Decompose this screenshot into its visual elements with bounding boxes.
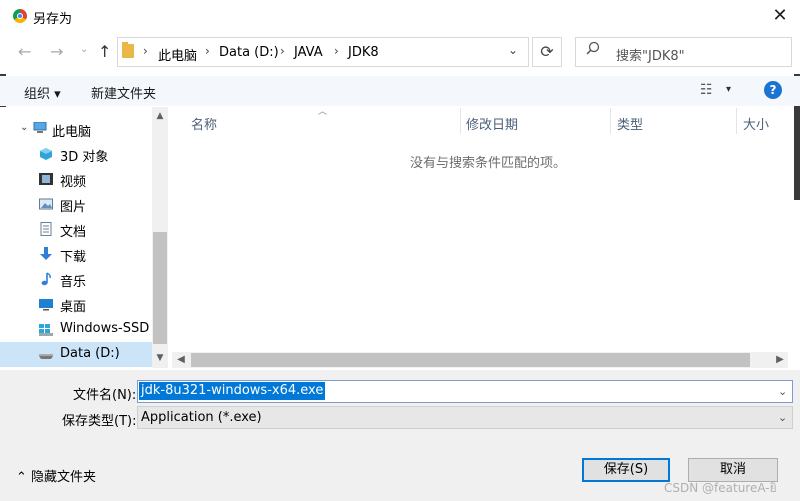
desktop-icon — [39, 297, 53, 311]
empty-results-message: 没有与搜索条件匹配的项。 — [410, 156, 567, 171]
sidebar-item-this-pc[interactable]: ⌄ 此电脑 — [0, 117, 152, 142]
refresh-button[interactable]: ⟳ — [532, 37, 562, 67]
scroll-up-arrow-icon[interactable]: ▲ — [152, 108, 168, 124]
search-placeholder: 搜索"JDK8" — [616, 49, 685, 64]
recent-locations-chevron-icon[interactable]: ⌄ — [80, 44, 88, 55]
sidebar-item-downloads[interactable]: 下载 — [0, 242, 152, 267]
view-dropdown-icon[interactable]: ▾ — [726, 84, 731, 95]
sidebar-item-desktop[interactable]: 桌面 — [0, 292, 152, 317]
breadcrumb-this-pc[interactable]: 此电脑 — [158, 45, 197, 64]
filename-input-value[interactable]: jdk-8u321-windows-x64.exe — [139, 382, 326, 400]
sidebar-item-label: 视频 — [60, 175, 87, 190]
chrome-app-icon — [13, 9, 27, 23]
sidebar-item-pictures[interactable]: 图片 — [0, 192, 152, 217]
sidebar-item-label: 文档 — [60, 225, 87, 240]
music-icon — [39, 272, 53, 286]
sidebar-item-label: 音乐 — [60, 275, 87, 290]
sidebar-item-documents[interactable]: 文档 — [0, 217, 152, 242]
window-title: 另存为 — [33, 12, 73, 27]
sidebar-item-videos[interactable]: 视频 — [0, 167, 152, 192]
sidebar-item-label: 此电脑 — [52, 125, 92, 140]
breadcrumb-separator[interactable]: › — [280, 44, 285, 58]
column-header-size[interactable]: 大小 — [743, 114, 769, 133]
sidebar-item-label: 下载 — [60, 250, 87, 265]
breadcrumb-separator[interactable]: › — [205, 44, 210, 58]
video-icon — [39, 172, 53, 186]
drive-icon — [39, 322, 53, 336]
breadcrumb-separator[interactable]: › — [143, 44, 148, 58]
filetype-selected-value: Application (*.exe) — [141, 410, 262, 425]
column-header-name[interactable]: 名称 — [191, 114, 217, 133]
watermark: CSDN @featureA-ยิ — [664, 481, 777, 495]
sidebar-item-3d-objects[interactable]: 3D 对象 — [0, 142, 152, 167]
sidebar-item-label: Windows-SSD ( — [60, 321, 159, 336]
up-arrow-icon[interactable]: ↑ — [98, 42, 111, 61]
close-button[interactable]: ✕ — [760, 0, 800, 32]
scroll-down-arrow-icon[interactable]: ▼ — [152, 350, 168, 366]
nav-pane-scroll-thumb[interactable] — [153, 232, 167, 344]
pictures-icon — [39, 197, 53, 211]
save-button[interactable]: 保存(S) — [582, 458, 670, 482]
filename-dropdown-icon[interactable]: ⌄ — [778, 385, 787, 398]
title-bar — [0, 0, 800, 32]
sidebar-item-data-drive[interactable]: Data (D:) — [0, 342, 152, 367]
sidebar-item-label: 图片 — [60, 200, 87, 215]
3d-objects-icon — [39, 147, 53, 161]
hide-folders-toggle[interactable]: ⌃ 隐藏文件夹 — [16, 466, 96, 485]
help-icon[interactable]: ? — [764, 81, 782, 99]
documents-icon — [39, 222, 53, 236]
collapse-chevron-icon[interactable]: ⌄ — [20, 122, 28, 133]
forward-arrow-icon[interactable]: → — [50, 42, 63, 61]
breadcrumb-jdk8[interactable]: JDK8 — [348, 45, 379, 60]
column-header-type[interactable]: 类型 — [617, 114, 643, 133]
column-divider[interactable] — [736, 108, 737, 134]
sidebar-item-label: 3D 对象 — [60, 150, 109, 165]
organize-menu-button[interactable]: 组织 ▾ — [24, 83, 61, 102]
view-options-icon[interactable]: ☷ — [700, 82, 713, 98]
address-dropdown-icon[interactable]: ⌄ — [503, 43, 523, 61]
breadcrumb-java[interactable]: JAVA — [294, 45, 323, 60]
scroll-right-arrow-icon[interactable]: ▶ — [772, 352, 788, 368]
download-icon — [39, 247, 53, 261]
breadcrumb-separator[interactable]: › — [334, 44, 339, 58]
sidebar-item-label: Data (D:) — [60, 346, 120, 361]
back-arrow-icon[interactable]: ← — [18, 42, 31, 61]
sort-ascending-icon: ︿ — [318, 107, 328, 117]
column-divider[interactable] — [460, 108, 461, 134]
drive-icon — [39, 347, 53, 361]
sidebar-item-windows-ssd[interactable]: Windows-SSD ( — [0, 317, 158, 342]
scroll-left-arrow-icon[interactable]: ◀ — [173, 352, 189, 368]
sidebar-item-label: 桌面 — [60, 300, 87, 315]
column-divider[interactable] — [610, 108, 611, 134]
folder-icon — [122, 42, 134, 58]
sidebar-item-music[interactable]: 音乐 — [0, 267, 152, 292]
file-list-scroll-thumb[interactable] — [191, 353, 750, 367]
breadcrumb-data-drive[interactable]: Data (D:) — [219, 45, 279, 60]
search-icon — [586, 41, 600, 59]
filetype-dropdown-icon[interactable]: ⌄ — [778, 411, 787, 424]
filename-label: 文件名(N): — [73, 388, 137, 403]
new-folder-button[interactable]: 新建文件夹 — [91, 83, 156, 102]
column-header-modified-date[interactable]: 修改日期 — [466, 114, 518, 133]
computer-icon — [33, 121, 47, 136]
filetype-label: 保存类型(T): — [62, 414, 137, 429]
